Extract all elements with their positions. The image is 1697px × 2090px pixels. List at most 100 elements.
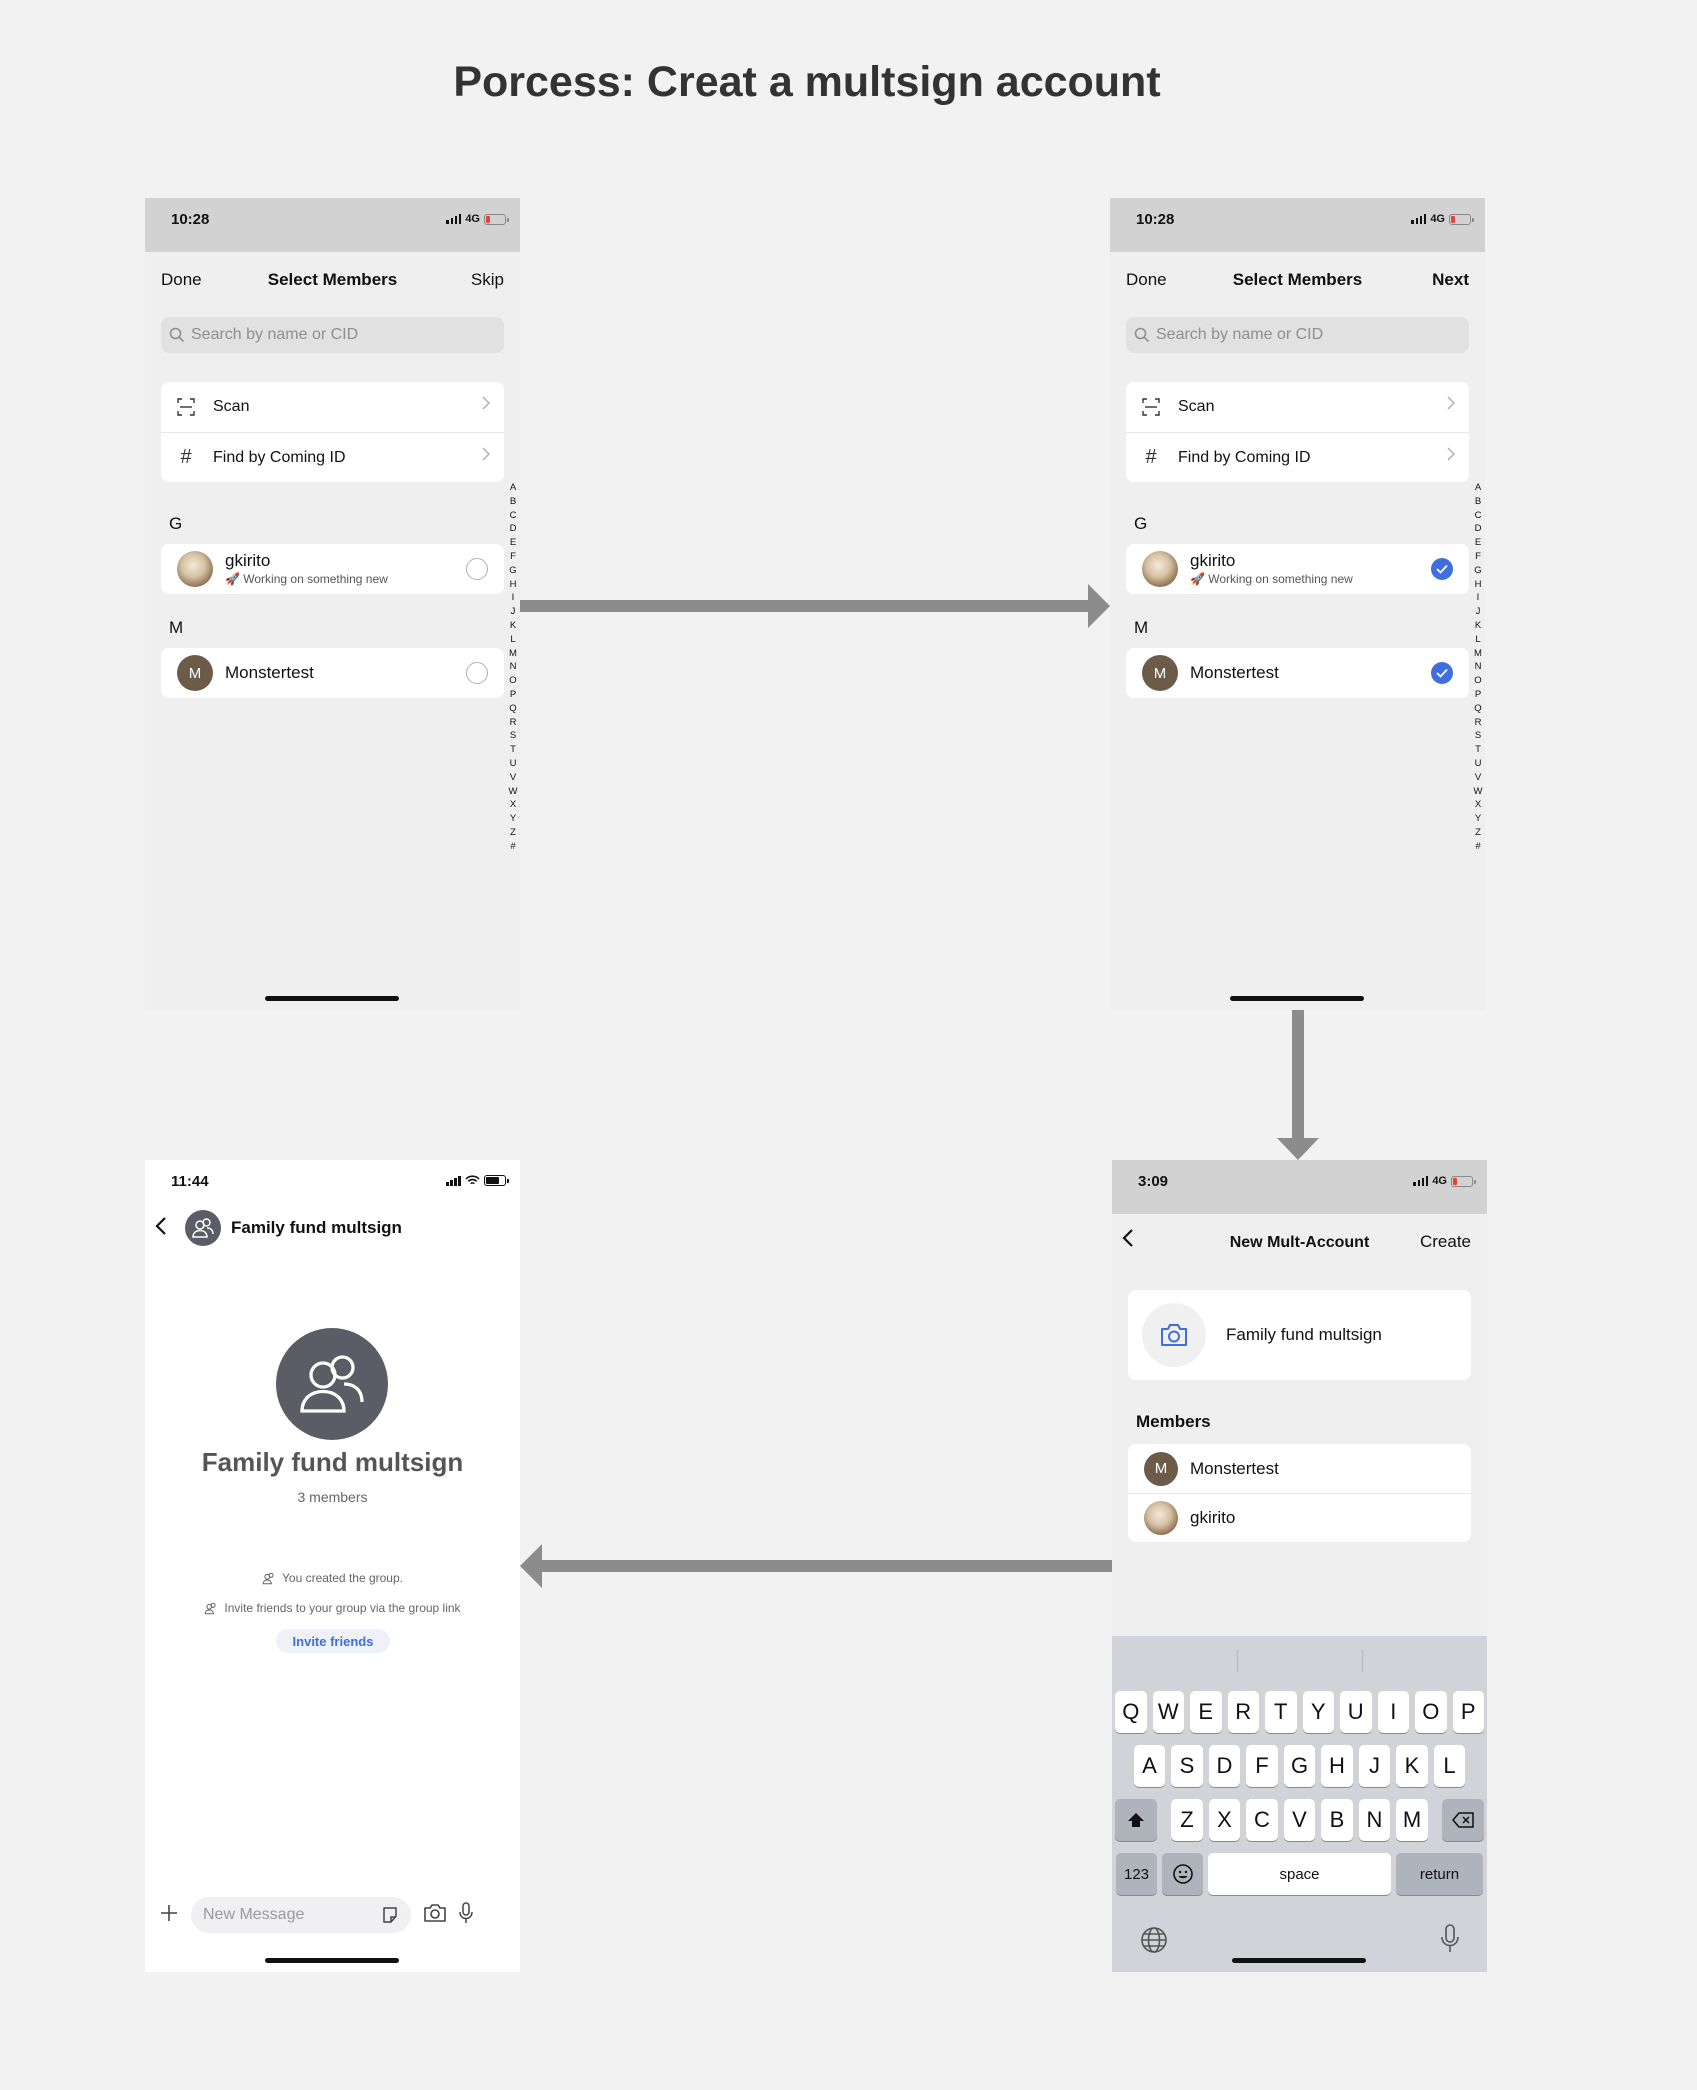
alphabet-letter[interactable]: # — [1475, 840, 1480, 854]
scan-row[interactable]: Scan — [1126, 382, 1469, 432]
key-l[interactable]: L — [1433, 1745, 1466, 1787]
alphabet-letter[interactable]: K — [510, 619, 516, 633]
alphabet-letter[interactable]: Q — [1474, 702, 1481, 716]
alphabet-letter[interactable]: L — [510, 633, 515, 647]
back-chevron-icon[interactable] — [155, 1216, 167, 1241]
alphabet-letter[interactable]: G — [1474, 564, 1481, 578]
alphabet-letter[interactable]: U — [510, 757, 517, 771]
backspace-key[interactable] — [1441, 1799, 1484, 1841]
alphabet-letter[interactable]: V — [510, 771, 516, 785]
key-b[interactable]: B — [1321, 1799, 1353, 1841]
alphabet-letter[interactable]: S — [1475, 729, 1481, 743]
sticker-icon[interactable] — [381, 1906, 399, 1924]
unselected-radio[interactable] — [466, 558, 488, 580]
globe-icon[interactable] — [1140, 1926, 1168, 1959]
key-o[interactable]: O — [1415, 1691, 1447, 1733]
invite-friends-button[interactable]: Invite friends — [276, 1629, 390, 1653]
alphabet-letter[interactable]: # — [510, 840, 515, 854]
alphabet-letter[interactable]: X — [1475, 798, 1481, 812]
camera-icon[interactable] — [423, 1903, 447, 1928]
alphabet-letter[interactable]: I — [1477, 591, 1480, 605]
alphabet-letter[interactable]: P — [510, 688, 516, 702]
search-input[interactable]: Search by name or CID — [161, 317, 504, 353]
unselected-radio[interactable] — [466, 662, 488, 684]
key-n[interactable]: N — [1358, 1799, 1391, 1841]
scan-row[interactable]: Scan — [161, 382, 504, 432]
return-key[interactable]: return — [1396, 1853, 1483, 1895]
alphabet-letter[interactable]: E — [1475, 536, 1481, 550]
alphabet-letter[interactable]: T — [1475, 743, 1481, 757]
alphabet-letter[interactable]: H — [1475, 578, 1482, 592]
group-photo-button[interactable] — [1142, 1303, 1206, 1367]
alphabet-letter[interactable]: Q — [509, 702, 516, 716]
alphabet-index[interactable]: A B C D E F G H I J K L M N O P Q R S T U V W X Y Z # — [508, 481, 518, 854]
skip-button[interactable]: Skip — [471, 270, 504, 290]
alphabet-letter[interactable]: L — [1475, 633, 1480, 647]
search-input[interactable]: Search by name or CID — [1126, 317, 1469, 353]
alphabet-letter[interactable]: A — [510, 481, 516, 495]
alphabet-letter[interactable]: J — [1476, 605, 1481, 619]
alphabet-letter[interactable]: W — [509, 785, 518, 799]
alphabet-letter[interactable]: N — [1475, 660, 1482, 674]
member-row-monstertest[interactable]: M Monstertest — [1126, 648, 1469, 698]
key-r[interactable]: R — [1227, 1691, 1259, 1733]
key-x[interactable]: X — [1208, 1799, 1241, 1841]
find-by-id-row[interactable]: # Find by Coming ID — [1126, 432, 1469, 482]
key-i[interactable]: I — [1377, 1691, 1409, 1733]
numbers-key[interactable]: 123 — [1116, 1853, 1157, 1895]
next-button[interactable]: Next — [1432, 270, 1469, 290]
alphabet-letter[interactable]: S — [510, 729, 516, 743]
key-p[interactable]: P — [1452, 1691, 1484, 1733]
alphabet-letter[interactable]: F — [510, 550, 516, 564]
key-h[interactable]: H — [1321, 1745, 1353, 1787]
alphabet-letter[interactable]: M — [1474, 647, 1482, 661]
alphabet-index[interactable]: A B C D E F G H I J K L M N O P Q R S T U V W X Y Z # — [1473, 481, 1483, 854]
alphabet-letter[interactable]: T — [510, 743, 516, 757]
alphabet-letter[interactable]: I — [512, 591, 515, 605]
alphabet-letter[interactable]: O — [509, 674, 516, 688]
alphabet-letter[interactable]: H — [510, 578, 517, 592]
key-f[interactable]: F — [1246, 1745, 1278, 1787]
alphabet-letter[interactable]: D — [1475, 522, 1482, 536]
alphabet-letter[interactable]: E — [510, 536, 516, 550]
member-row-gkirito[interactable]: gkirito 🚀 Working on something new — [1126, 544, 1469, 594]
key-s[interactable]: S — [1171, 1745, 1203, 1787]
key-z[interactable]: Z — [1171, 1799, 1203, 1841]
checkmark-icon[interactable] — [1431, 558, 1453, 580]
key-q[interactable]: Q — [1115, 1691, 1147, 1733]
alphabet-letter[interactable]: B — [1475, 495, 1481, 509]
key-v[interactable]: V — [1283, 1799, 1316, 1841]
alphabet-letter[interactable]: B — [510, 495, 516, 509]
space-key[interactable]: space — [1208, 1853, 1391, 1895]
alphabet-letter[interactable]: Y — [1475, 812, 1481, 826]
alphabet-letter[interactable]: Z — [510, 826, 516, 840]
alphabet-letter[interactable]: F — [1475, 550, 1481, 564]
alphabet-letter[interactable]: G — [509, 564, 516, 578]
microphone-icon[interactable] — [1441, 1924, 1459, 1959]
message-input[interactable]: New Message — [191, 1897, 411, 1933]
key-u[interactable]: U — [1340, 1691, 1372, 1733]
key-c[interactable]: C — [1246, 1799, 1278, 1841]
microphone-icon[interactable] — [459, 1901, 473, 1929]
key-j[interactable]: J — [1358, 1745, 1391, 1787]
key-w[interactable]: W — [1152, 1691, 1184, 1733]
alphabet-letter[interactable]: P — [1475, 688, 1481, 702]
key-k[interactable]: K — [1396, 1745, 1428, 1787]
group-avatar[interactable] — [185, 1210, 221, 1246]
alphabet-letter[interactable]: Z — [1475, 826, 1481, 840]
alphabet-letter[interactable]: U — [1475, 757, 1482, 771]
alphabet-letter[interactable]: R — [510, 716, 517, 730]
group-name-input[interactable]: Family fund multsign — [1226, 1325, 1382, 1345]
emoji-key[interactable] — [1162, 1853, 1203, 1895]
alphabet-letter[interactable]: M — [509, 647, 517, 661]
key-t[interactable]: T — [1265, 1691, 1297, 1733]
create-button[interactable]: Create — [1420, 1232, 1471, 1252]
key-d[interactable]: D — [1208, 1745, 1241, 1787]
alphabet-letter[interactable]: O — [1474, 674, 1481, 688]
alphabet-letter[interactable]: C — [1475, 509, 1482, 523]
key-g[interactable]: G — [1283, 1745, 1316, 1787]
alphabet-letter[interactable]: R — [1475, 716, 1482, 730]
key-m[interactable]: M — [1396, 1799, 1428, 1841]
key-a[interactable]: A — [1133, 1745, 1166, 1787]
alphabet-letter[interactable]: C — [510, 509, 517, 523]
